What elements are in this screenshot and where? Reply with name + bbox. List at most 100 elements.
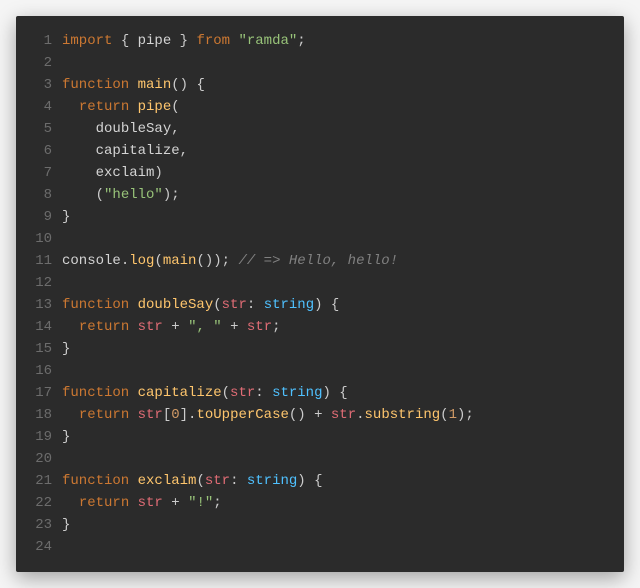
token-fn: capitalize [138,385,222,401]
line-number: 7 [26,162,62,184]
code-line: 20 [26,448,606,470]
token-fn: toUpperCase [196,407,288,423]
line-number: 14 [26,316,62,338]
token-punct: . [356,407,364,423]
token-punct [62,143,96,159]
token-punct: : [230,473,247,489]
token-ident: pipe [138,33,172,49]
line-number: 8 [26,184,62,206]
token-punct [62,319,79,335]
line-number: 9 [26,206,62,228]
token-punct: + [222,319,247,335]
token-punct: ( [213,297,221,313]
token-punct: ); [457,407,474,423]
token-str: ", " [188,319,222,335]
code-line: 22 return str + "!"; [26,492,606,514]
token-str: "ramda" [238,33,297,49]
token-punct: ) { [297,473,322,489]
token-kw: from [196,33,238,49]
code-line: 14 return str + ", " + str; [26,316,606,338]
token-fn: main [138,77,172,93]
line-number: 20 [26,448,62,470]
code-content: import { pipe } from "ramda"; [62,30,306,52]
token-param: str [331,407,356,423]
token-punct: [ [163,407,171,423]
token-ident: exclaim [96,165,155,181]
token-kw: import [62,33,121,49]
line-number: 2 [26,52,62,74]
token-type: string [264,297,314,313]
token-punct: ( [222,385,230,401]
token-punct: ()); [196,253,238,269]
line-number: 5 [26,118,62,140]
token-param: str [205,473,230,489]
line-number: 21 [26,470,62,492]
line-number: 22 [26,492,62,514]
token-kw: function [62,473,138,489]
token-punct [62,165,96,181]
code-content: return str + ", " + str; [62,316,281,338]
token-punct: () + [289,407,331,423]
token-ident: doubleSay [96,121,172,137]
token-punct: ) { [323,385,348,401]
token-kw: return [79,319,138,335]
token-param: str [138,407,163,423]
token-comment: // => Hello, hello! [238,253,398,269]
line-number: 19 [26,426,62,448]
token-kw: function [62,77,138,93]
code-line: 18 return str[0].toUpperCase() + str.sub… [26,404,606,426]
code-content: function main() { [62,74,205,96]
token-fn: exclaim [138,473,197,489]
code-line: 9} [26,206,606,228]
line-number: 18 [26,404,62,426]
line-number: 3 [26,74,62,96]
line-number: 6 [26,140,62,162]
token-kw: return [79,99,138,115]
code-content: function exclaim(str: string) { [62,470,323,492]
code-line: 8 ("hello"); [26,184,606,206]
code-line: 2 [26,52,606,74]
code-line: 7 exclaim) [26,162,606,184]
code-line: 24 [26,536,606,558]
code-line: 17function capitalize(str: string) { [26,382,606,404]
line-number: 23 [26,514,62,536]
code-content: return str[0].toUpperCase() + str.substr… [62,404,474,426]
token-punct: + [163,495,188,511]
token-str: "!" [188,495,213,511]
token-punct: ( [196,473,204,489]
token-punct: ]. [180,407,197,423]
token-punct: : [247,297,264,313]
token-punct [62,407,79,423]
code-content: return pipe( [62,96,180,118]
token-punct: } [62,429,70,445]
token-punct: ( [171,99,179,115]
code-line: 16 [26,360,606,382]
code-line: 5 doubleSay, [26,118,606,140]
token-fn: pipe [138,99,172,115]
code-content: } [62,338,70,360]
code-line: 6 capitalize, [26,140,606,162]
token-punct: } [62,209,70,225]
code-line: 10 [26,228,606,250]
token-punct: } [62,341,70,357]
token-param: str [138,319,163,335]
token-punct: ) { [314,297,339,313]
token-punct: ; [213,495,221,511]
token-punct: } [62,517,70,533]
token-kw: function [62,385,138,401]
code-line: 3function main() { [26,74,606,96]
token-punct: } [171,33,196,49]
token-param: str [222,297,247,313]
token-punct: ; [272,319,280,335]
code-line: 19} [26,426,606,448]
line-number: 12 [26,272,62,294]
token-kw: return [79,495,138,511]
code-editor: 1import { pipe } from "ramda";23function… [16,16,624,572]
line-number: 4 [26,96,62,118]
code-content: } [62,426,70,448]
token-punct: ; [297,33,305,49]
code-line: 1import { pipe } from "ramda"; [26,30,606,52]
token-kw: return [79,407,138,423]
code-content: function capitalize(str: string) { [62,382,348,404]
token-num: 1 [449,407,457,423]
